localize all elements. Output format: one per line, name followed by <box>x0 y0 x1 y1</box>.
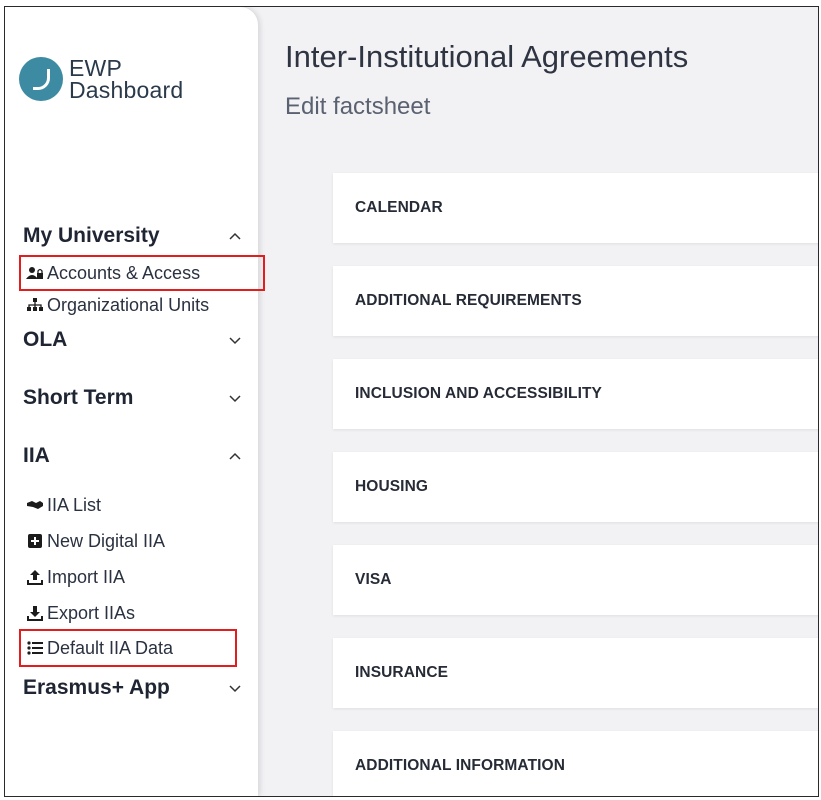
list-icon <box>25 641 45 655</box>
section-card-insurance[interactable]: INSURANCE <box>333 638 818 708</box>
page-subtitle: Edit factsheet <box>285 93 431 120</box>
section-card-label: ADDITIONAL INFORMATION <box>355 757 565 774</box>
section-card-housing[interactable]: HOUSING <box>333 452 818 522</box>
app-window: EWP Dashboard My University Accounts & A… <box>4 6 819 797</box>
sidebar-item-new-digital-iia[interactable]: New Digital IIA <box>23 523 258 559</box>
sidebar-item-label: Import IIA <box>47 566 126 587</box>
section-card-visa[interactable]: VISA <box>333 545 818 615</box>
factsheet-sections: CALENDAR ADDITIONAL REQUIREMENTS INCLUSI… <box>333 173 818 796</box>
page-title: Inter-Institutional Agreements <box>285 39 689 74</box>
logo-line-2: Dashboard <box>69 77 184 103</box>
section-card-label: CALENDAR <box>355 199 443 216</box>
sidebar-item-default-iia-data[interactable]: Default IIA Data <box>19 629 237 667</box>
section-card-label: VISA <box>355 571 392 588</box>
section-card-label: HOUSING <box>355 478 429 495</box>
section-label: My University <box>23 224 160 247</box>
chevron-up-icon <box>229 452 241 460</box>
sidebar-item-import-iia[interactable]: Import IIA <box>23 559 258 595</box>
nav-section-iia[interactable]: IIA <box>23 441 245 471</box>
sidebar-item-label: Organizational Units <box>47 294 210 315</box>
section-card-additional-requirements[interactable]: ADDITIONAL REQUIREMENTS <box>333 266 818 336</box>
chevron-down-icon <box>229 337 241 345</box>
plus-square-icon <box>25 534 45 548</box>
sidebar-item-label: Export IIAs <box>47 602 136 623</box>
handshake-icon <box>25 500 45 510</box>
logo-text: EWP Dashboard <box>69 55 184 103</box>
sidebar-item-organizational-units[interactable]: Organizational Units <box>23 289 258 321</box>
chevron-down-icon <box>229 685 241 693</box>
sidebar-item-label: Accounts & Access <box>47 262 201 283</box>
sidebar-item-label: IIA List <box>47 494 102 515</box>
logo-line-1: EWP <box>69 55 122 81</box>
nav-section-ola[interactable]: OLA <box>23 325 245 355</box>
chevron-up-icon <box>229 232 241 240</box>
section-card-label: INSURANCE <box>355 664 449 681</box>
section-label: IIA <box>23 444 50 467</box>
app-logo[interactable]: EWP Dashboard <box>19 55 184 103</box>
section-card-calendar[interactable]: CALENDAR <box>333 173 818 243</box>
section-card-label: ADDITIONAL REQUIREMENTS <box>355 292 582 309</box>
sidebar-item-export-iias[interactable]: Export IIAs <box>23 595 258 631</box>
section-card-inclusion-accessibility[interactable]: INCLUSION AND ACCESSIBILITY <box>333 359 818 429</box>
sidebar-item-iia-list[interactable]: IIA List <box>23 487 258 523</box>
user-lock-icon <box>25 266 45 280</box>
nav-section-my-university[interactable]: My University <box>23 221 245 251</box>
nav-section-short-term[interactable]: Short Term <box>23 383 245 413</box>
sidebar-item-label: Default IIA Data <box>47 637 174 658</box>
chevron-down-icon <box>229 395 241 403</box>
nav-section-erasmus-app[interactable]: Erasmus+ App <box>23 673 245 703</box>
section-card-label: INCLUSION AND ACCESSIBILITY <box>355 385 602 402</box>
section-card-additional-information[interactable]: ADDITIONAL INFORMATION <box>333 731 818 796</box>
ewp-logo-icon <box>19 57 63 101</box>
section-label: OLA <box>23 328 68 351</box>
download-icon <box>25 605 45 621</box>
sidebar-item-accounts-access[interactable]: Accounts & Access <box>19 255 265 291</box>
section-label: Short Term <box>23 386 134 409</box>
sidebar-item-label: New Digital IIA <box>47 530 166 551</box>
section-label: Erasmus+ App <box>23 676 170 699</box>
sitemap-icon <box>25 298 45 312</box>
upload-icon <box>25 569 45 585</box>
sidebar: EWP Dashboard My University Accounts & A… <box>5 7 265 796</box>
sidebar-nav: My University Accounts & Access Organiza… <box>19 221 265 703</box>
